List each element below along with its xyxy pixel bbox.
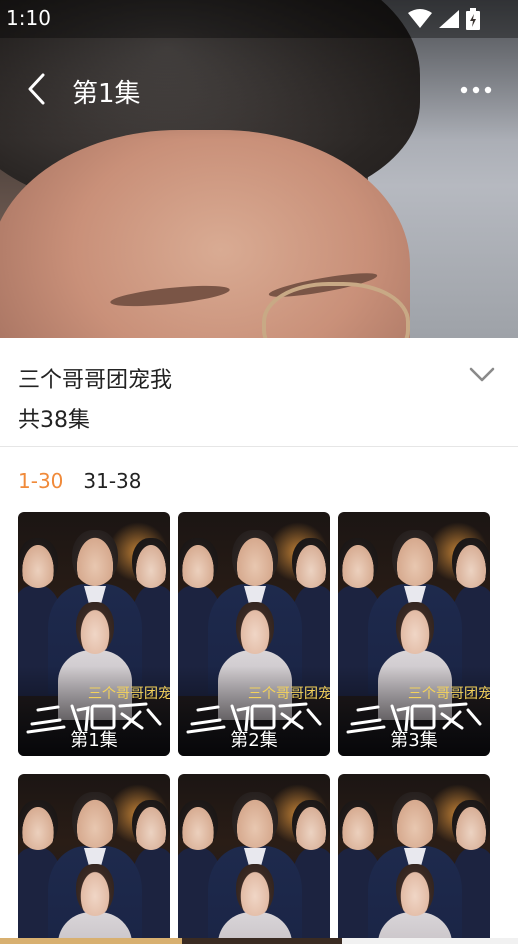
poster-figure xyxy=(232,530,278,586)
episode-card-1[interactable]: 三个哥哥团宠我 第1集 xyxy=(18,512,170,756)
banner-segment xyxy=(182,938,342,944)
poster-figure xyxy=(452,538,490,588)
poster-figure xyxy=(396,602,434,654)
banner-segment xyxy=(0,938,182,944)
episode-range-tabs: 1-30 31-38 xyxy=(18,466,142,496)
poster-figure xyxy=(396,864,434,916)
poster-figure xyxy=(236,864,274,916)
battery-charging-icon xyxy=(466,8,480,30)
status-bar: 1:10 xyxy=(0,0,518,38)
status-time: 1:10 xyxy=(6,6,51,30)
bottom-banner-edge xyxy=(0,938,518,944)
player-top-bar: 第1集 xyxy=(0,62,518,116)
poster-figure xyxy=(338,800,378,850)
range-tab-1-30[interactable]: 1-30 xyxy=(18,469,63,493)
episode-card-6[interactable] xyxy=(338,774,490,944)
banner-segment xyxy=(342,938,518,944)
episode-card-5[interactable] xyxy=(178,774,330,944)
poster-figure xyxy=(232,792,278,848)
poster-figure xyxy=(236,602,274,654)
poster-figure xyxy=(72,530,118,586)
poster-figure xyxy=(178,800,218,850)
poster-figure xyxy=(392,792,438,848)
svg-text:三个哥哥团宠我: 三个哥哥团宠我 xyxy=(248,686,330,702)
more-horizontal-icon[interactable] xyxy=(458,76,494,104)
cell-signal-icon xyxy=(439,10,459,28)
poster-figure xyxy=(76,602,114,654)
poster-figure xyxy=(392,530,438,586)
poster-figure xyxy=(132,800,170,850)
episode-title: 第1集 xyxy=(72,79,141,109)
poster-figure xyxy=(72,792,118,848)
svg-text:三个哥哥团宠我: 三个哥哥团宠我 xyxy=(408,686,490,702)
poster-figure xyxy=(178,538,218,588)
episode-label: 第2集 xyxy=(230,730,278,751)
poster-figure xyxy=(132,538,170,588)
episode-card-2[interactable]: 三个哥哥团宠我 第2集 xyxy=(178,512,330,756)
range-tab-31-38[interactable]: 31-38 xyxy=(83,469,141,493)
episode-grid: 三个哥哥团宠我 第1集 三个哥哥团宠我 第2集 xyxy=(18,512,498,944)
episode-count: 共38集 xyxy=(18,408,90,433)
episode-label: 第1集 xyxy=(70,730,118,751)
chevron-down-icon[interactable] xyxy=(468,362,496,386)
poster-figure xyxy=(338,538,378,588)
poster-figure xyxy=(292,800,330,850)
wifi-icon xyxy=(408,9,432,28)
episode-label: 第3集 xyxy=(390,730,438,751)
poster-figure xyxy=(292,538,330,588)
poster-figure xyxy=(452,800,490,850)
episode-card-4[interactable] xyxy=(18,774,170,944)
drama-info-section: 三个哥哥团宠我 共38集 xyxy=(0,338,518,447)
drama-title: 三个哥哥团宠我 xyxy=(18,368,173,393)
poster-figure xyxy=(18,538,58,588)
chevron-left-icon[interactable] xyxy=(24,72,52,106)
status-icons xyxy=(408,7,480,31)
svg-text:三个哥哥团宠我: 三个哥哥团宠我 xyxy=(88,686,170,702)
app-screen: 1:10 第1集 三个哥哥团宠我 共38集 1-30 31-38 三个哥哥团宠 … xyxy=(0,0,518,944)
video-player[interactable] xyxy=(0,0,518,338)
poster-figure xyxy=(76,864,114,916)
episode-card-3[interactable]: 三个哥哥团宠我 第3集 xyxy=(338,512,490,756)
poster-figure xyxy=(18,800,58,850)
